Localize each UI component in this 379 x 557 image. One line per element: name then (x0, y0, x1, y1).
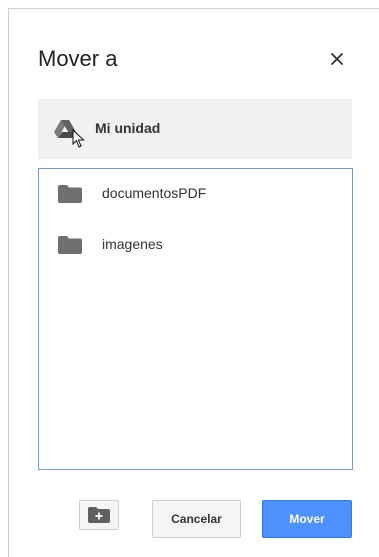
move-button[interactable]: Mover (262, 500, 352, 538)
mouse-cursor-icon (72, 129, 85, 148)
folder-list: documentosPDF imagenes (38, 168, 353, 470)
new-folder-icon (88, 507, 110, 523)
breadcrumb-label: Mi unidad (95, 120, 161, 136)
folder-label: documentosPDF (102, 185, 207, 201)
folder-icon (58, 236, 82, 254)
close-button[interactable] (325, 47, 349, 71)
cancel-button[interactable]: Cancelar (152, 500, 241, 538)
folder-icon (58, 185, 82, 203)
folder-label: imagenes (102, 236, 163, 252)
folder-item-documentospdf[interactable]: documentosPDF (39, 175, 352, 211)
new-folder-button[interactable] (79, 500, 119, 530)
dialog-title: Mover a (38, 46, 118, 71)
close-icon (331, 53, 343, 65)
folder-item-imagenes[interactable]: imagenes (39, 226, 352, 262)
breadcrumb[interactable]: Mi unidad (38, 99, 352, 159)
move-dialog: Mover a Mi unidad documentosPDF imagenes (8, 8, 379, 557)
